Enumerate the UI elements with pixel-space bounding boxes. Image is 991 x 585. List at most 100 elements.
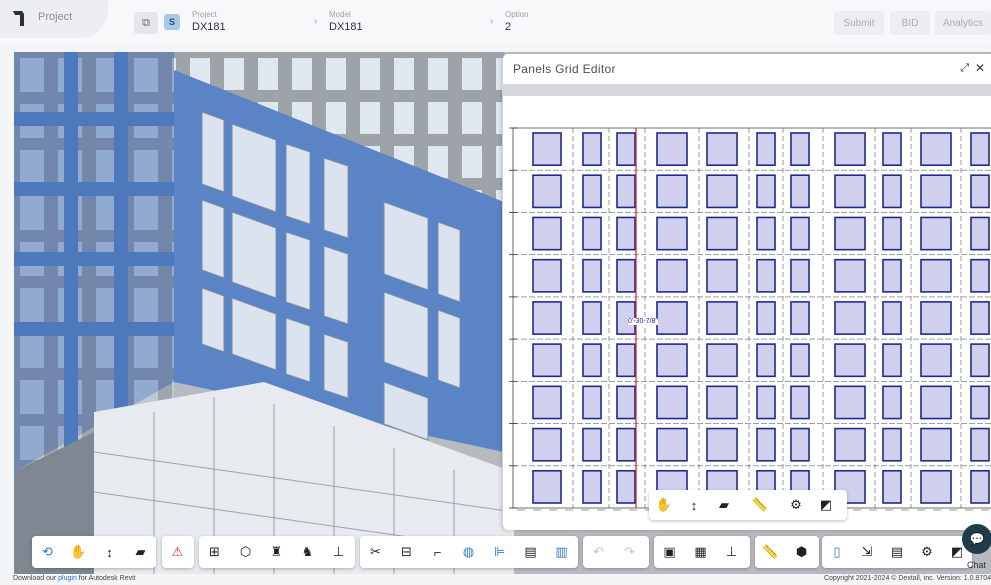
undo-icon[interactable]: ↶ — [583, 538, 614, 566]
grid-panel — [790, 216, 810, 251]
pan-hand-icon[interactable]: ✋ — [63, 538, 94, 566]
grid-panel — [706, 343, 738, 378]
fullscreen-icon[interactable]: ◩ — [811, 491, 841, 519]
copy-icon: ⧉ — [142, 16, 150, 29]
editor-toolbar: ✋ ↕ ▰ 📏 ⚙ ◩ — [649, 490, 847, 520]
footer-suffix: for Autodesk Revit — [78, 575, 136, 582]
grid-panel — [706, 301, 738, 335]
grid-panel — [656, 343, 688, 378]
editor-ruler-bar — [503, 84, 991, 96]
grid-panel — [790, 132, 810, 167]
panel-grid-canvas[interactable]: 0'-30-7/8" — [503, 96, 991, 530]
grid-panel — [706, 258, 738, 293]
sheets-icon[interactable]: ▤ — [515, 538, 546, 566]
grid-panel — [582, 258, 602, 293]
project-label: Project — [192, 10, 217, 19]
camera-icon[interactable]: ▰ — [709, 491, 739, 519]
panel-stack-icon[interactable]: ▥ — [546, 538, 577, 566]
dextall-logo-icon — [13, 11, 24, 26]
redo-icon[interactable]: ↷ — [614, 538, 645, 566]
grid-panel — [970, 343, 990, 378]
grid-panel — [882, 469, 902, 504]
chevron-right-icon: › — [490, 16, 494, 27]
panel-grid-drawing — [509, 127, 991, 511]
dimension-label: 0'-30-7/8" — [628, 318, 658, 325]
bid-button[interactable]: BID — [890, 11, 930, 35]
scissors-icon[interactable]: ✂ — [360, 538, 391, 566]
grid-panel — [882, 216, 902, 251]
grid-panel — [656, 427, 688, 462]
grid-panel — [756, 132, 776, 167]
grid-panel — [882, 258, 902, 293]
robot-icon[interactable]: ♜ — [261, 538, 292, 566]
warning-icon[interactable]: ⚠ — [162, 538, 193, 566]
split-icon[interactable]: ⊟ — [391, 538, 422, 566]
close-icon[interactable]: ✕ — [975, 61, 985, 75]
grid-panel — [532, 132, 562, 167]
grid-panel — [970, 258, 990, 293]
model-selector[interactable]: Model DX181 — [329, 10, 363, 34]
grid-panel — [834, 385, 866, 420]
option-selector[interactable]: Option 2 — [505, 10, 529, 34]
building-icon[interactable]: ▦ — [685, 538, 716, 566]
robot-settings-icon[interactable]: ♞ — [292, 538, 323, 566]
grid-panel — [790, 385, 810, 420]
grid-panel — [706, 427, 738, 462]
project-tab-label: Project — [38, 11, 73, 23]
cube-settings-icon[interactable]: ⬢ — [786, 538, 817, 566]
expand-icon[interactable]: ⤢ — [960, 62, 969, 75]
zoom-arrow-icon[interactable]: ↕ — [94, 538, 125, 566]
orbit-icon[interactable]: ⟲ — [32, 538, 63, 566]
grid-panel — [756, 301, 776, 335]
settings-tools: ▯ ⇲ ▤ ⚙ ◩ — [822, 536, 972, 568]
history-tools: ↶ ↷ — [583, 536, 649, 568]
grid-panel — [616, 258, 636, 293]
measure-tools: 📏 ⬢ — [755, 536, 819, 568]
grid-panel — [882, 427, 902, 462]
image-icon[interactable]: ▣ — [654, 538, 685, 566]
grid-panel — [920, 385, 952, 420]
pan-hand-icon[interactable]: ✋ — [649, 491, 679, 519]
grid-panel — [790, 258, 810, 293]
option-value: 2 — [505, 21, 512, 33]
grid-panel — [656, 258, 688, 293]
grid-panel — [834, 343, 866, 378]
project-selector[interactable]: Project DX181 — [192, 10, 226, 34]
export-icon[interactable]: ⇲ — [852, 538, 882, 566]
camera-icon[interactable]: ▰ — [125, 538, 156, 566]
grid-panel — [756, 258, 776, 293]
plugin-link[interactable]: plugin — [58, 575, 77, 582]
grid-panel — [532, 469, 562, 504]
align-icon[interactable]: ⊫ — [484, 538, 515, 566]
gear-icon[interactable]: ⚙ — [781, 491, 811, 519]
chat-icon: 💬 — [969, 532, 985, 546]
analytics-button[interactable]: Analytics — [935, 11, 991, 35]
grid-panel — [656, 174, 688, 209]
model-tools: ⊞ ⬡ ♜ ♞ ⊥ — [199, 536, 355, 568]
gear-icon[interactable]: ⚙ — [912, 538, 942, 566]
grid-panel — [706, 174, 738, 209]
ruler-icon[interactable]: 📏 — [745, 491, 775, 519]
view-tools: ▣ ▦ ⊥ — [654, 536, 750, 568]
submit-button[interactable]: Submit — [834, 11, 884, 35]
report-icon[interactable]: ▤ — [882, 538, 912, 566]
zoom-arrow-icon[interactable]: ↕ — [679, 491, 709, 519]
grid-icon[interactable]: ⊞ — [199, 538, 230, 566]
grid-panel — [882, 301, 902, 335]
globe-grid-icon[interactable]: ◍ — [453, 538, 484, 566]
hierarchy-icon[interactable]: ⊥ — [323, 538, 354, 566]
chat-button[interactable]: 💬 — [962, 524, 991, 554]
properties-icon[interactable]: ▯ — [822, 538, 852, 566]
copy-button[interactable]: ⧉ — [134, 12, 158, 34]
ruler-icon[interactable]: 📏 — [755, 538, 786, 566]
app-header: Project ⧉ S Project DX181 › Model DX181 … — [0, 0, 991, 46]
project-tab[interactable]: Project — [0, 0, 108, 38]
stamp-icon[interactable]: ⊥ — [716, 538, 747, 566]
box-icon[interactable]: ⬡ — [230, 538, 261, 566]
grid-panel — [756, 385, 776, 420]
project-value: DX181 — [192, 21, 226, 33]
grid-panel — [532, 427, 562, 462]
model-label: Model — [329, 10, 351, 19]
grid-panel — [790, 301, 810, 335]
paint-roller-icon[interactable]: ⌐ — [422, 538, 453, 566]
